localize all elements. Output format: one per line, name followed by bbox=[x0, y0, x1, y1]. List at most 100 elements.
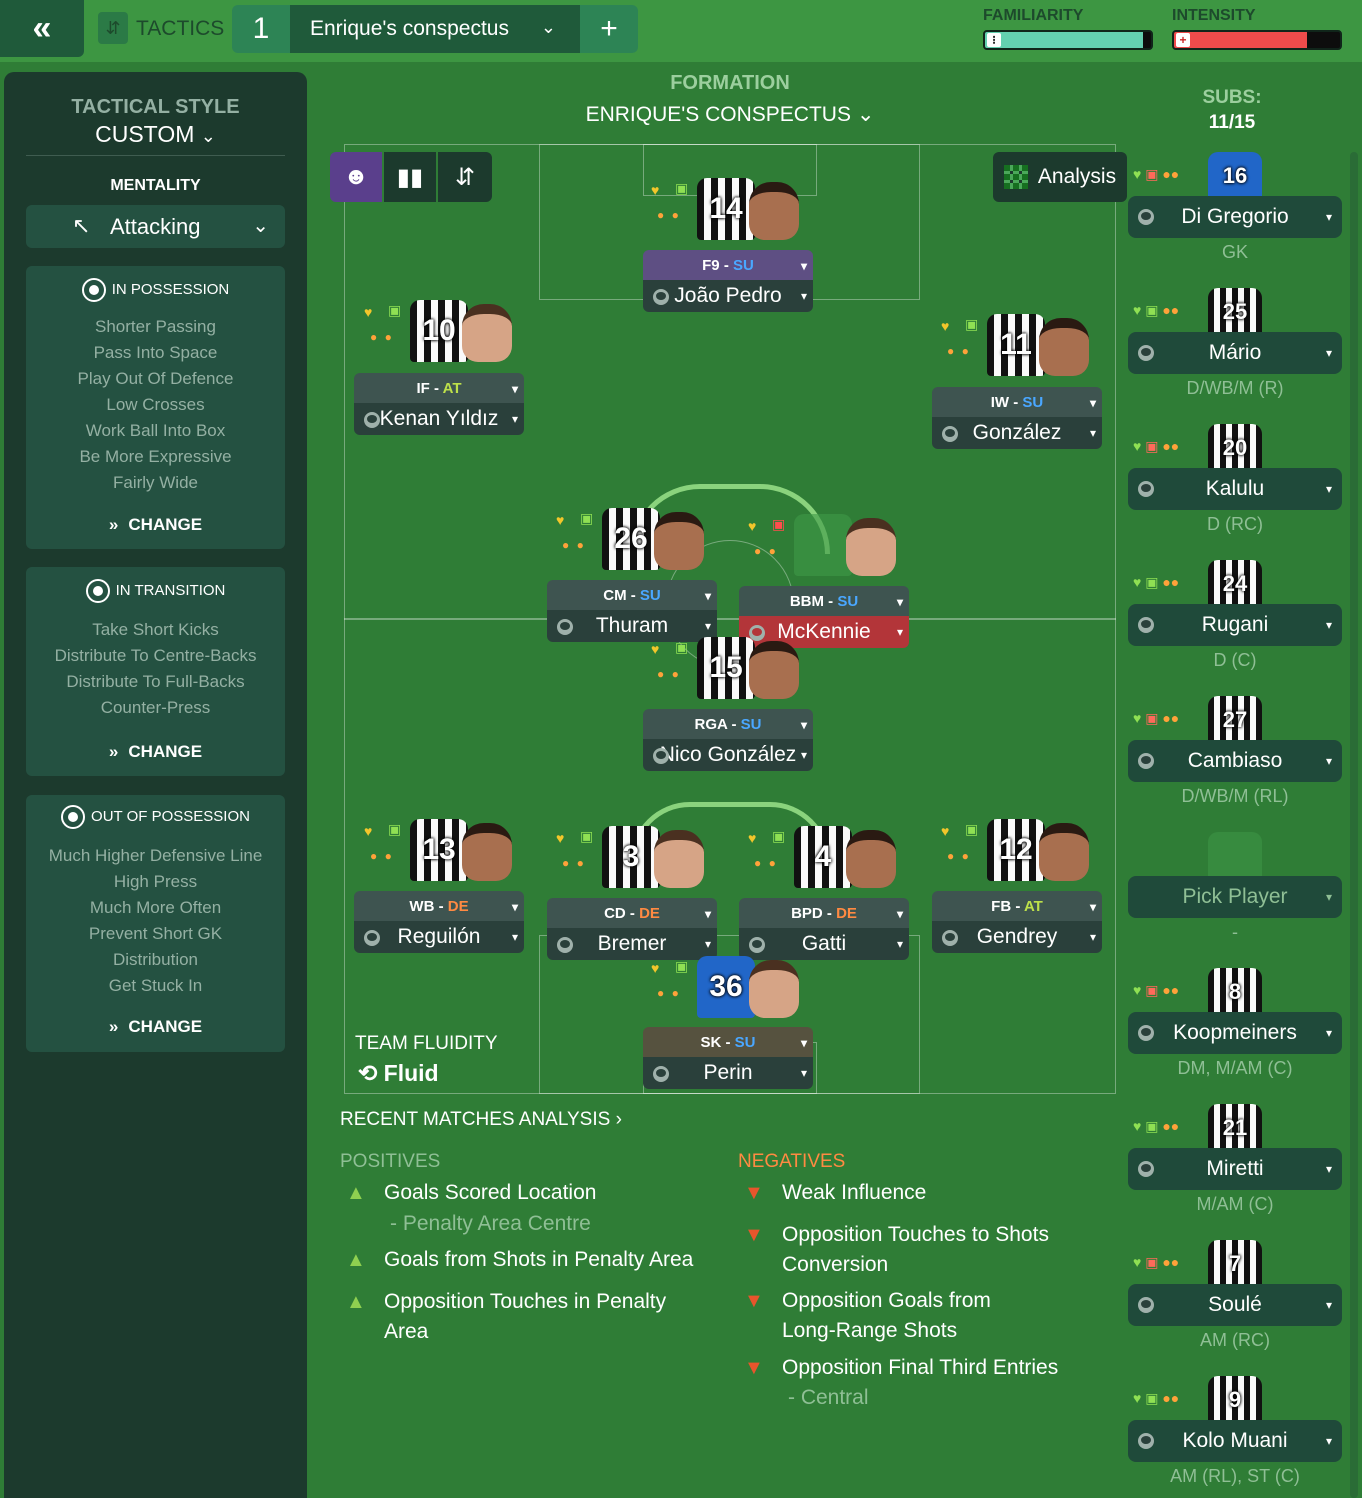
role-name: FB bbox=[991, 898, 1012, 915]
thumb-icon: ▣ bbox=[580, 510, 594, 526]
sub-player-name: Pick Player bbox=[1182, 885, 1288, 908]
player-card[interactable]: F9 - SU ▾ João Pedro ▾ bbox=[643, 250, 813, 312]
role-select[interactable]: RGA - SU ▾ bbox=[643, 709, 813, 739]
role-select[interactable]: FB - AT ▾ bbox=[932, 891, 1102, 921]
duty-name: DE bbox=[447, 898, 469, 915]
formation-label: FORMATION bbox=[670, 72, 790, 94]
mentality-select[interactable]: ↖ Attacking ⌄ bbox=[26, 205, 285, 248]
role-select[interactable]: BBM - SU ▾ bbox=[739, 586, 909, 616]
player-card[interactable]: WB - DE ▾ Reguilón ▾ bbox=[354, 891, 524, 953]
formation-select[interactable]: ENRIQUE'S CONSPECTUS ⌄ bbox=[560, 102, 900, 127]
condition-dots-icon: ● ● bbox=[370, 849, 394, 863]
sub-status-icons: ♥ ▣ ●● bbox=[1133, 574, 1179, 591]
role-name: WB bbox=[409, 898, 435, 915]
role-select[interactable]: BPD - DE ▾ bbox=[739, 898, 909, 928]
analysis-button[interactable]: Analysis bbox=[993, 152, 1127, 202]
role-name: IF bbox=[416, 380, 430, 397]
player-name-select[interactable]: Reguilón ▾ bbox=[354, 921, 524, 953]
in-possession-box[interactable]: IN POSSESSION Shorter Passing Pass Into S… bbox=[26, 266, 285, 549]
role-select[interactable]: WB - DE ▾ bbox=[354, 891, 524, 921]
in-transition-title: IN TRANSITION bbox=[115, 581, 226, 599]
player-card[interactable]: CM - SU ▾ Thuram ▾ bbox=[547, 580, 717, 642]
sub-player-select[interactable]: Soulé ▾ bbox=[1128, 1284, 1342, 1326]
player-card[interactable]: BPD - DE ▾ Gatti ▾ bbox=[739, 898, 909, 960]
player-name: Thuram bbox=[595, 614, 669, 637]
sub-player-name: Soulé bbox=[1208, 1293, 1262, 1316]
sub-shirt: 9 bbox=[1208, 1376, 1262, 1424]
player-photo bbox=[1039, 318, 1089, 376]
tactical-style-select[interactable]: CUSTOM ⌄ bbox=[4, 121, 307, 148]
player-card[interactable]: IW - SU ▾ González ▾ bbox=[932, 387, 1102, 449]
instruction-item: Fairly Wide bbox=[112, 473, 198, 492]
duty-name: DE bbox=[639, 905, 660, 922]
in-transition-box[interactable]: IN TRANSITION Take Short Kicks Distribute… bbox=[26, 567, 285, 776]
recent-matches-link[interactable]: RECENT MATCHES ANALYSIS › bbox=[340, 1109, 622, 1131]
sub-player-select[interactable]: Mário ▾ bbox=[1128, 332, 1342, 374]
role-select[interactable]: F9 - SU ▾ bbox=[643, 250, 813, 280]
instructions-view-button[interactable]: ⇵ bbox=[438, 152, 492, 202]
intensity-meter[interactable]: + bbox=[1172, 30, 1342, 50]
role-select[interactable]: IW - SU ▾ bbox=[932, 387, 1102, 417]
out-of-possession-box[interactable]: OUT OF POSSESSION Much Higher Defensive … bbox=[26, 795, 285, 1052]
tactic-select[interactable]: Enrique's conspectus ⌄ bbox=[290, 5, 580, 53]
player-name-select[interactable]: Bremer ▾ bbox=[547, 928, 717, 960]
positive-item: Opposition Touches in Penalty bbox=[384, 1290, 667, 1313]
sub-player-select[interactable]: Koopmeiners ▾ bbox=[1128, 1012, 1342, 1054]
sub-status-icons: ♥ ▣ ●● bbox=[1133, 710, 1179, 727]
condition-dots-icon: ● ● bbox=[947, 849, 971, 863]
player-card[interactable]: BBM - SU ▾ McKennie ▾ bbox=[739, 586, 909, 648]
player-name-select[interactable]: Gatti ▾ bbox=[739, 928, 909, 960]
shirt-number: 14 bbox=[709, 192, 743, 225]
back-button[interactable]: « bbox=[0, 0, 84, 57]
role-select[interactable]: SK - SU ▾ bbox=[643, 1027, 813, 1057]
player-name: Gendrey bbox=[976, 925, 1058, 948]
sub-player-select[interactable]: Rugani ▾ bbox=[1128, 604, 1342, 646]
player-card[interactable]: FB - AT ▾ Gendrey ▾ bbox=[932, 891, 1102, 953]
transition-icon bbox=[85, 579, 110, 603]
player-card[interactable]: CD - DE ▾ Bremer ▾ bbox=[547, 898, 717, 960]
player-name-select[interactable]: González ▾ bbox=[932, 417, 1102, 449]
player-name-select[interactable]: Kenan Yıldız ▾ bbox=[354, 403, 524, 435]
chevron-down-icon: ⌄ bbox=[252, 215, 269, 237]
heart-icon: ♥ bbox=[748, 830, 757, 846]
sub-status-icons: ♥ ▣ ●● bbox=[1133, 302, 1179, 319]
player-name-select[interactable]: Gendrey ▾ bbox=[932, 921, 1102, 953]
sub-player-select[interactable]: Miretti ▾ bbox=[1128, 1148, 1342, 1190]
player-name-select[interactable]: Thuram ▾ bbox=[547, 610, 717, 642]
thumb-icon: ▣ bbox=[1145, 710, 1159, 726]
role-separator: - bbox=[719, 257, 733, 274]
dropdown-arrow-icon: ▾ bbox=[896, 595, 903, 609]
player-shirt: 26 bbox=[602, 508, 660, 570]
out-of-possession-change-button[interactable]: » CHANGE bbox=[26, 1017, 285, 1037]
in-transition-change-button[interactable]: » CHANGE bbox=[26, 742, 285, 762]
in-possession-change-button[interactable]: » CHANGE bbox=[26, 515, 285, 535]
player-card[interactable]: RGA - SU ▾ Nico González ▾ bbox=[643, 709, 813, 771]
role-select[interactable]: IF - AT ▾ bbox=[354, 373, 524, 403]
sub-player-select[interactable]: Kalulu ▾ bbox=[1128, 468, 1342, 510]
player-name-select[interactable]: Nico González ▾ bbox=[643, 739, 813, 771]
dropdown-arrow-icon: ▾ bbox=[800, 1066, 807, 1080]
role-select[interactable]: CD - DE ▾ bbox=[547, 898, 717, 928]
out-of-possession-list: Much Higher Defensive Line High Press Much… bbox=[26, 843, 285, 999]
player-name-select[interactable]: Perin ▾ bbox=[643, 1057, 813, 1089]
player-name-select[interactable]: João Pedro ▾ bbox=[643, 280, 813, 312]
sub-player-select[interactable]: Cambiaso ▾ bbox=[1128, 740, 1342, 782]
sub-player-select[interactable]: Di Gregorio ▾ bbox=[1128, 196, 1342, 238]
subs-scrollbar[interactable] bbox=[1350, 152, 1358, 1498]
role-select[interactable]: CM - SU ▾ bbox=[547, 580, 717, 610]
add-tactic-button[interactable]: + bbox=[580, 5, 638, 53]
familiarity-meter[interactable]: ⁝ bbox=[983, 30, 1153, 50]
sub-player-select[interactable]: Kolo Muani ▾ bbox=[1128, 1420, 1342, 1462]
out-of-possession-title: OUT OF POSSESSION bbox=[91, 807, 250, 825]
person-icon bbox=[653, 748, 669, 764]
thumbs-down-icon: ▼ bbox=[744, 1224, 764, 1246]
sub-player-select[interactable]: Pick Player ▾ bbox=[1128, 876, 1342, 918]
player-card[interactable]: IF - AT ▾ Kenan Yıldız ▾ bbox=[354, 373, 524, 435]
player-view-button[interactable]: ☻ bbox=[330, 152, 382, 202]
role-name: F9 bbox=[702, 257, 720, 274]
sub-player-name: Cambiaso bbox=[1187, 749, 1283, 772]
sub-player-position: D/WB/M (R) bbox=[1186, 378, 1284, 398]
player-card[interactable]: SK - SU ▾ Perin ▾ bbox=[643, 1027, 813, 1089]
stats-view-button[interactable]: ▮▮ bbox=[384, 152, 436, 202]
tactic-slot-number[interactable]: 1 bbox=[232, 5, 290, 53]
